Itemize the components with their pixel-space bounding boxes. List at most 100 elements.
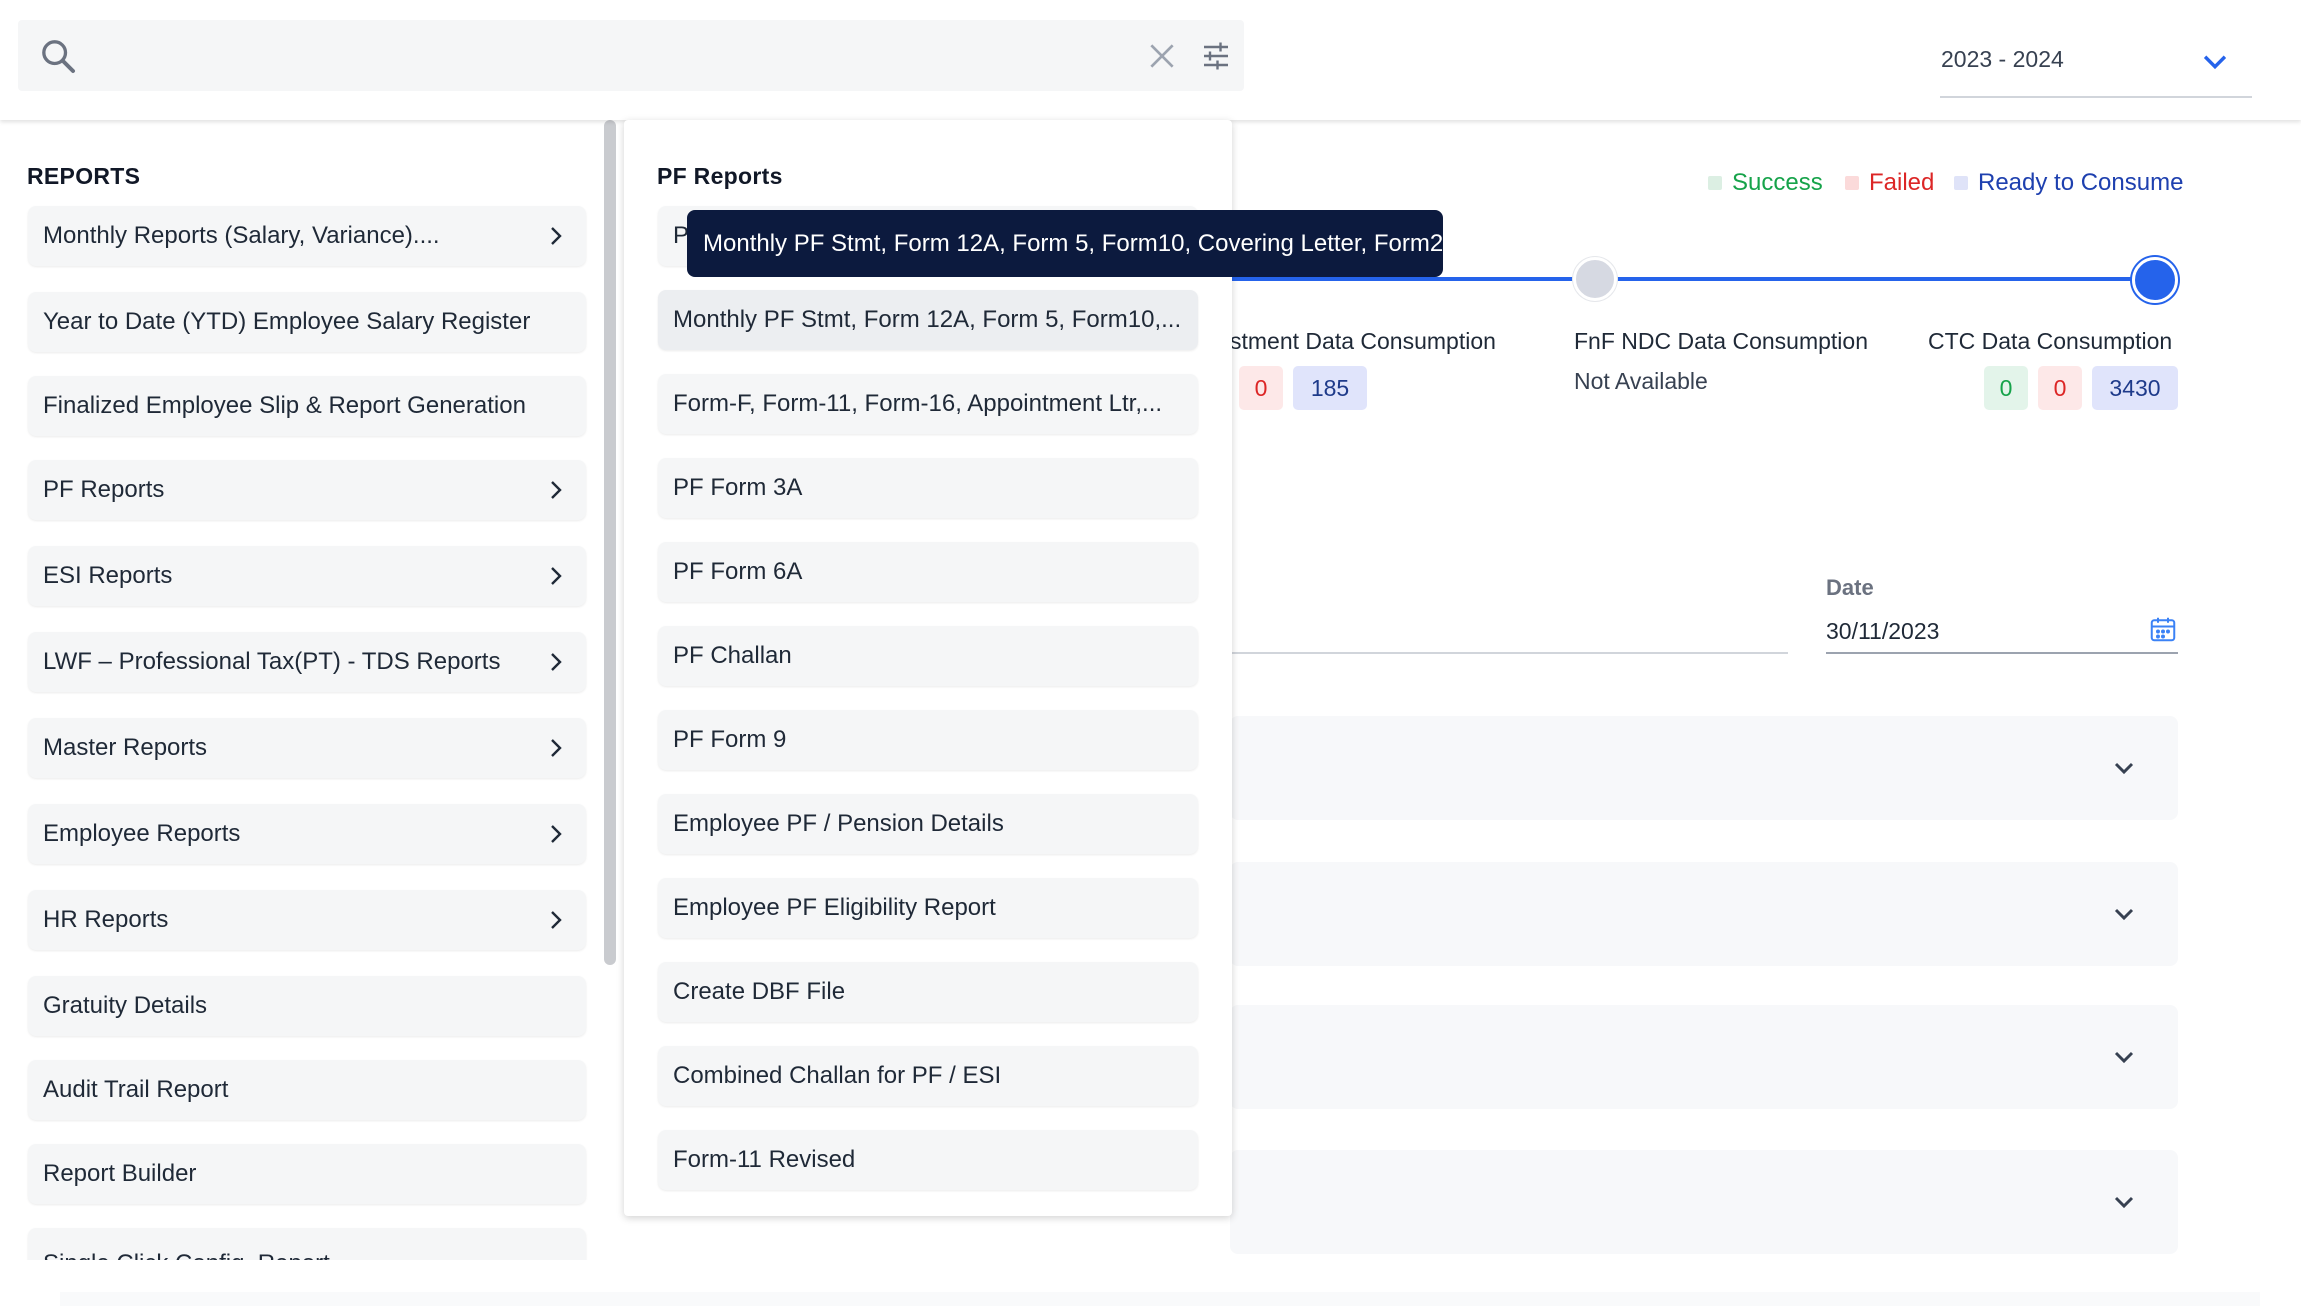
timeline-node-fnf [1573, 257, 1617, 301]
menu-item-label: Combined Challan for PF / ESI [673, 1062, 1002, 1089]
pf-item-pf-challan[interactable]: PF Challan [658, 626, 1198, 686]
stage-ctc-success-count[interactable]: 0 [1984, 366, 2028, 410]
menu-item-report-builder[interactable]: Report Builder [28, 1144, 586, 1204]
stage-adjustment-failed-count[interactable]: 0 [1239, 366, 1283, 410]
menu-item-label: PF Challan [673, 642, 792, 669]
chevron-right-icon [551, 481, 562, 499]
timeline-node-ctc [2132, 257, 2178, 303]
pf-item-employee-pf-eligibility[interactable]: Employee PF Eligibility Report [658, 878, 1198, 938]
search-input[interactable] [18, 20, 1244, 91]
menu-item-gratuity-details[interactable]: Gratuity Details [28, 976, 586, 1036]
reports-menu-panel: REPORTS Monthly Reports (Salary, Varianc… [0, 120, 620, 1260]
legend-failed: Failed [1845, 168, 1934, 198]
date-label: Date [1826, 575, 1874, 600]
menu-item-employee-reports[interactable]: Employee Reports [28, 804, 586, 864]
timeline-line [1615, 277, 2135, 281]
pf-item-create-dbf-file[interactable]: Create DBF File [658, 962, 1198, 1022]
pf-panel-title: PF Reports [657, 163, 783, 189]
menu-item-ytd-salary-register[interactable]: Year to Date (YTD) Employee Salary Regis… [28, 292, 586, 352]
accordion-row[interactable] [1230, 716, 2178, 820]
menu-item-pf-reports[interactable]: PF Reports [28, 460, 586, 520]
footer-strip [60, 1292, 2260, 1306]
legend-ready-label: Ready to Consume [1978, 169, 2184, 196]
menu-item-esi-reports[interactable]: ESI Reports [28, 546, 586, 606]
legend-success-swatch [1708, 176, 1722, 190]
pf-item-form-f-form-11[interactable]: Form-F, Form-11, Form-16, Appointment Lt… [658, 374, 1198, 434]
menu-item-label: Monthly Reports (Salary, Variance).... [43, 222, 440, 249]
menu-item-lwf-pt-tds-reports[interactable]: LWF – Professional Tax(PT) - TDS Reports [28, 632, 586, 692]
chevron-down-icon [2114, 908, 2134, 921]
chevron-right-icon [551, 825, 562, 843]
legend-success-label: Success [1732, 169, 1823, 196]
menu-item-label: Form-F, Form-11, Form-16, Appointment Lt… [673, 390, 1163, 417]
date-underline [1826, 652, 2178, 654]
financial-year-select[interactable]: 2023 - 2024 [1940, 30, 2252, 98]
reports-panel-title: REPORTS [27, 163, 141, 189]
stage-label-fnf: FnF NDC Data Consumption [1574, 328, 1868, 354]
menu-item-label: PF Form 3A [673, 474, 803, 501]
menu-item-label: LWF – Professional Tax(PT) - TDS Reports [43, 648, 501, 675]
menu-item-label: Year to Date (YTD) Employee Salary Regis… [43, 308, 531, 335]
stage-fnf-status: Not Available [1574, 368, 1708, 394]
menu-item-label: Form-11 Revised [673, 1146, 856, 1173]
pf-item-combined-challan[interactable]: Combined Challan for PF / ESI [658, 1046, 1198, 1106]
menu-item-finalized-slip[interactable]: Finalized Employee Slip & Report Generat… [28, 376, 586, 436]
financial-year-value: 2023 - 2024 [1941, 46, 2064, 72]
pf-item-monthly-pf-stmt[interactable]: Monthly PF Stmt, Form 12A, Form 5, Form1… [658, 290, 1198, 350]
filter-sliders-icon[interactable] [1198, 38, 1234, 74]
chevron-right-icon [551, 227, 562, 245]
close-icon[interactable] [1146, 40, 1178, 72]
legend-failed-swatch [1845, 176, 1859, 190]
chevron-right-icon [551, 653, 562, 671]
menu-item-label: Master Reports [43, 734, 208, 761]
legend-ready: Ready to Consume [1954, 168, 2183, 198]
menu-item-tooltip: Monthly PF Stmt, Form 12A, Form 5, Form1… [687, 210, 1443, 277]
legend-failed-label: Failed [1869, 169, 1935, 196]
search-icon[interactable] [38, 36, 78, 76]
pf-item-pf-form-6a[interactable]: PF Form 6A [658, 542, 1198, 602]
chevron-down-icon [2203, 55, 2227, 70]
menu-item-label: PF Form 6A [673, 558, 803, 585]
timeline-line [1230, 277, 1575, 281]
menu-item-label: Employee PF / Pension Details [673, 810, 1004, 837]
calendar-icon[interactable] [2148, 614, 2178, 644]
stage-adjustment-ready-count[interactable]: 185 [1293, 366, 1367, 410]
stage-ctc-ready-count[interactable]: 3430 [2092, 366, 2178, 410]
chevron-right-icon [551, 911, 562, 929]
menu-item-label: Employee PF Eligibility Report [673, 894, 996, 921]
stage-label-ctc: CTC Data Consumption [1928, 328, 2173, 354]
reports-scrollbar[interactable] [604, 120, 616, 965]
legend-ready-swatch [1954, 176, 1968, 190]
menu-item-label: Report Builder [43, 1160, 197, 1187]
accordion-row[interactable] [1230, 1005, 2178, 1109]
menu-item-label: Employee Reports [43, 820, 241, 847]
menu-item-label: Finalized Employee Slip & Report Generat… [43, 392, 526, 419]
menu-item-single-click-config-report[interactable]: Single Click Config. Report [28, 1228, 586, 1260]
menu-item-label: Gratuity Details [43, 992, 208, 1019]
date-input[interactable]: 30/11/2023 [1826, 618, 1939, 645]
menu-item-monthly-reports[interactable]: Monthly Reports (Salary, Variance).... [28, 206, 586, 266]
pf-item-form-11-revised[interactable]: Form-11 Revised [658, 1130, 1198, 1190]
menu-item-master-reports[interactable]: Master Reports [28, 718, 586, 778]
chevron-right-icon [551, 567, 562, 585]
pf-item-pf-form-9[interactable]: PF Form 9 [658, 710, 1198, 770]
input-underline [1230, 652, 1788, 654]
pf-item-employee-pf-pension[interactable]: Employee PF / Pension Details [658, 794, 1198, 854]
menu-item-label: Single Click Config. Report [43, 1250, 330, 1260]
menu-item-hr-reports[interactable]: HR Reports [28, 890, 586, 950]
legend-success: Success [1708, 168, 1823, 198]
menu-item-label: HR Reports [43, 906, 169, 933]
pf-reports-submenu: PF Reports P Monthly PF Stmt, Form 12A, … [624, 120, 1232, 1216]
accordion-row[interactable] [1230, 1150, 2178, 1254]
stage-label-adjustment: stment Data Consumption [1230, 328, 1496, 354]
menu-item-audit-trail-report[interactable]: Audit Trail Report [28, 1060, 586, 1120]
menu-item-label: PF Form 9 [673, 726, 787, 753]
accordion-row[interactable] [1230, 862, 2178, 966]
chevron-down-icon [2114, 762, 2134, 775]
chevron-down-icon [2114, 1196, 2134, 1209]
menu-item-label: Monthly PF Stmt, Form 12A, Form 5, Form1… [673, 306, 1182, 333]
menu-item-label: ESI Reports [43, 562, 173, 589]
pf-item-pf-form-3a[interactable]: PF Form 3A [658, 458, 1198, 518]
stage-ctc-failed-count[interactable]: 0 [2038, 366, 2082, 410]
menu-item-label: Create DBF File [673, 978, 846, 1005]
